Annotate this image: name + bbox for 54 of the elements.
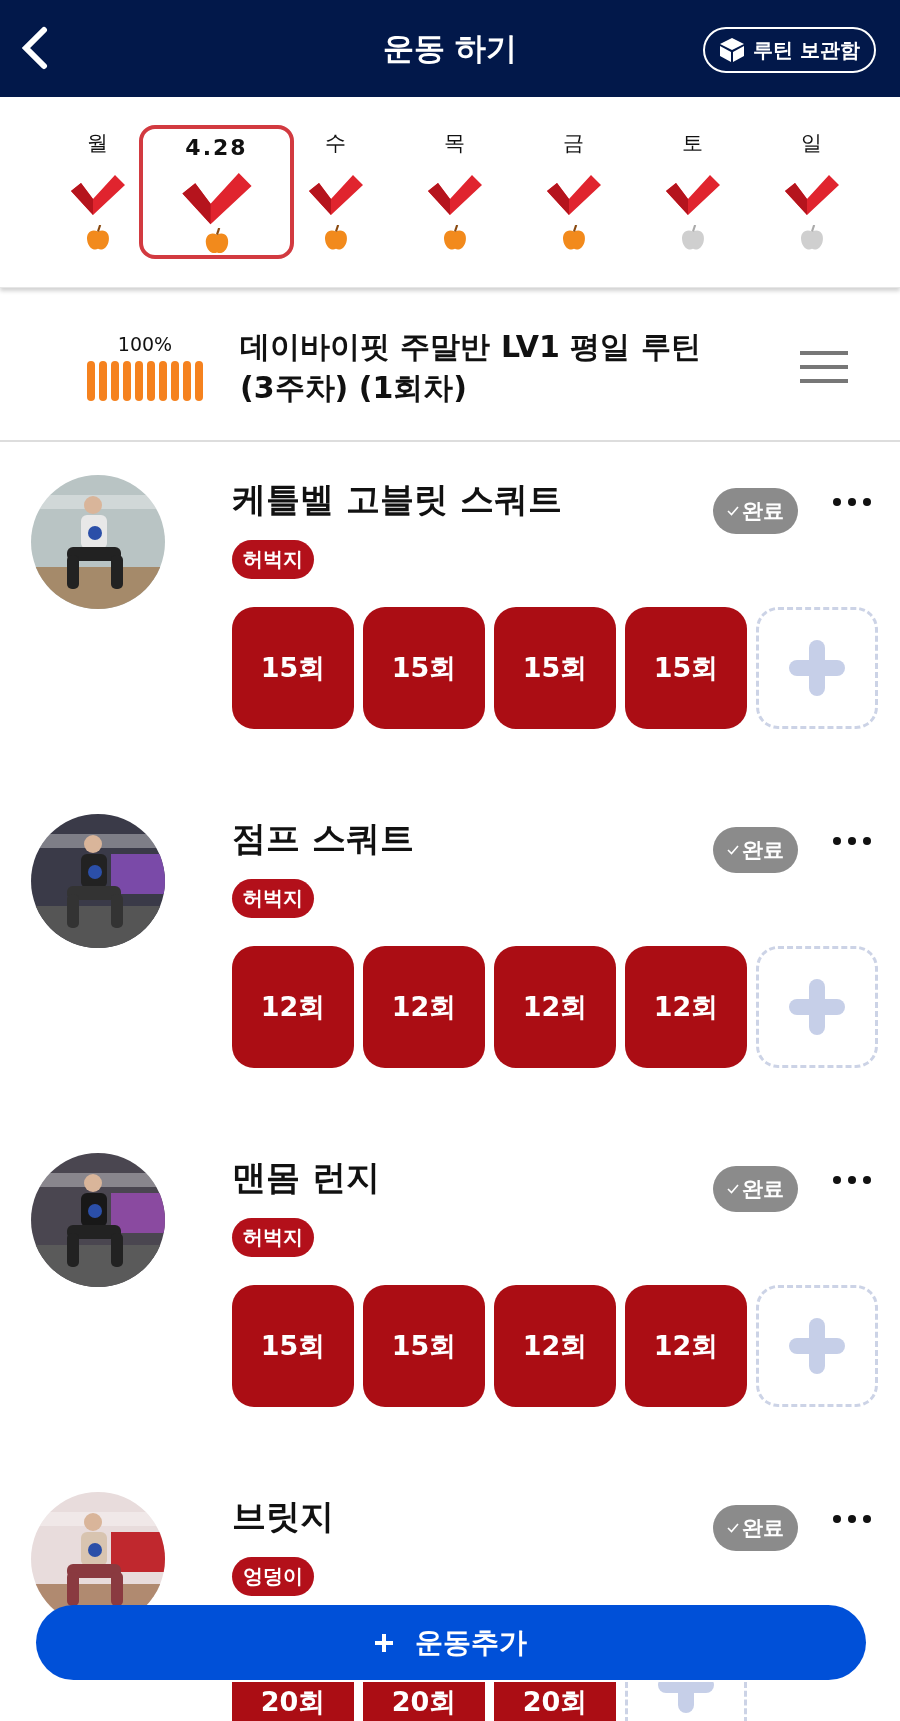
check-icon (727, 506, 739, 516)
set-button[interactable]: 20회 (494, 1682, 616, 1721)
exercise-name: 케틀벨 고블릿 스쿼트 (232, 478, 562, 521)
day-label: 월 (87, 130, 108, 157)
exercise-name: 브릿지 (232, 1495, 334, 1538)
set-button[interactable]: 12회 (625, 946, 747, 1068)
more-button[interactable] (832, 836, 872, 846)
set-button[interactable]: 15회 (232, 1285, 354, 1407)
more-button[interactable] (832, 497, 872, 507)
body-part-tag: 엉덩이 (232, 1557, 314, 1596)
check-icon (727, 845, 739, 855)
plus-icon (787, 638, 847, 698)
set-button[interactable]: 15회 (363, 607, 485, 729)
set-button[interactable]: 20회 (363, 1682, 485, 1721)
set-button[interactable]: 15회 (363, 1285, 485, 1407)
day-tab[interactable]: 목 (395, 125, 514, 259)
page-title: 운동 하기 (382, 28, 518, 68)
add-exercise-button[interactable]: 운동추가 (36, 1605, 866, 1680)
body-part-tag: 허벅지 (232, 1218, 314, 1257)
set-button[interactable]: 15회 (494, 607, 616, 729)
plus-icon (787, 1316, 847, 1376)
set-button[interactable]: 12회 (494, 1285, 616, 1407)
set-button[interactable]: 12회 (363, 946, 485, 1068)
day-label: 4.28 (185, 135, 248, 162)
exercise-name: 점프 스쿼트 (232, 817, 414, 860)
day-label: 금 (563, 130, 584, 157)
routine-storage-button[interactable]: 루틴 보관함 (703, 27, 876, 73)
check-icon (727, 1184, 739, 1194)
exercise-name: 맨몸 런지 (232, 1156, 380, 1199)
day-label: 토 (682, 130, 703, 157)
plus-icon (375, 1633, 393, 1652)
day-label: 수 (325, 130, 346, 157)
set-button[interactable]: 15회 (625, 607, 747, 729)
day-tab[interactable]: 금 (514, 125, 633, 259)
cube-icon (719, 37, 746, 63)
plus-icon (787, 977, 847, 1037)
routine-title: 데이바이핏 주말반 LV1 평일 루틴 (3주차) (1회차) (240, 328, 702, 407)
set-button[interactable]: 20회 (232, 1682, 354, 1721)
more-button[interactable] (832, 1514, 872, 1524)
day-tab[interactable]: 4.28 (139, 125, 294, 259)
day-label: 일 (801, 130, 822, 157)
day-tab[interactable]: 일 (752, 125, 871, 259)
set-button[interactable]: 15회 (232, 607, 354, 729)
check-icon (727, 1523, 739, 1533)
set-button[interactable]: 12회 (232, 946, 354, 1068)
body-part-tag: 허벅지 (232, 540, 314, 579)
progress-text: 100% (117, 333, 173, 355)
set-button[interactable]: 12회 (625, 1285, 747, 1407)
menu-button[interactable] (800, 350, 848, 384)
day-tab[interactable]: 토 (633, 125, 752, 259)
day-label: 목 (444, 130, 465, 157)
set-button[interactable]: 12회 (494, 946, 616, 1068)
body-part-tag: 허벅지 (232, 879, 314, 918)
more-button[interactable] (832, 1175, 872, 1185)
